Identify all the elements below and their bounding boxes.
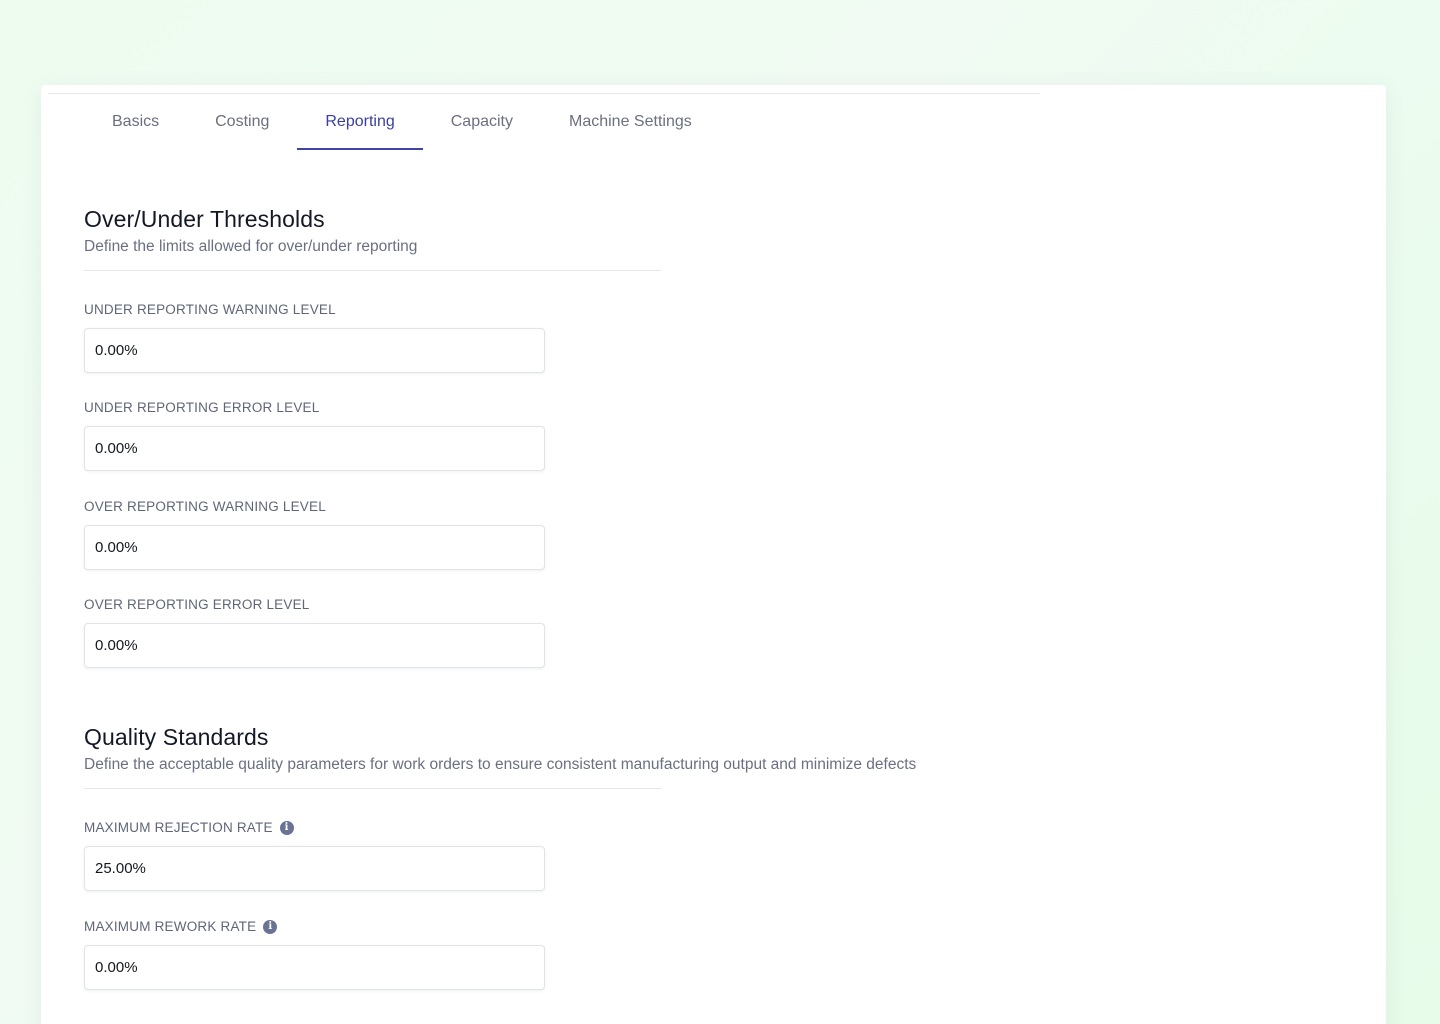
- quality-section-header: Quality Standards Define the acceptable …: [84, 723, 916, 789]
- under-error-input[interactable]: [84, 426, 545, 471]
- info-icon[interactable]: i: [263, 920, 278, 934]
- quality-description: Define the acceptable quality parameters…: [84, 756, 917, 773]
- divider: [48, 93, 1040, 94]
- field-label: MAXIMUM REWORK RATE: [84, 919, 257, 934]
- over-error-input[interactable]: [84, 623, 545, 668]
- thresholds-section-header: Over/Under Thresholds Define the limits …: [84, 205, 661, 271]
- divider: [84, 788, 661, 789]
- tab-basics[interactable]: Basics: [84, 103, 187, 150]
- over-warning-label: OVER REPORTING WARNING LEVEL: [84, 499, 545, 515]
- tab-bar: Basics Costing Reporting Capacity Machin…: [84, 103, 720, 150]
- under-warning-label: UNDER REPORTING WARNING LEVEL: [84, 302, 545, 318]
- info-icon[interactable]: i: [279, 821, 294, 835]
- thresholds-description: Define the limits allowed for over/under…: [84, 238, 418, 255]
- over-warning-field: OVER REPORTING WARNING LEVEL: [84, 499, 545, 570]
- tab-costing[interactable]: Costing: [187, 103, 297, 150]
- field-label: OVER REPORTING ERROR LEVEL: [84, 597, 310, 612]
- field-label: MAXIMUM REJECTION RATE: [84, 820, 273, 835]
- over-error-label: OVER REPORTING ERROR LEVEL: [84, 597, 545, 613]
- thresholds-title: Over/Under Thresholds: [84, 206, 325, 232]
- field-label: UNDER REPORTING ERROR LEVEL: [84, 400, 320, 415]
- tab-reporting[interactable]: Reporting: [297, 103, 424, 150]
- tab-capacity[interactable]: Capacity: [423, 103, 541, 150]
- under-warning-field: UNDER REPORTING WARNING LEVEL: [84, 302, 545, 373]
- max-rework-rate-field: MAXIMUM REWORK RATE i: [84, 919, 545, 990]
- max-rejection-rate-input[interactable]: [84, 846, 545, 891]
- max-rework-rate-label: MAXIMUM REWORK RATE i: [84, 919, 545, 935]
- max-rework-rate-input[interactable]: [84, 945, 545, 990]
- max-rejection-rate-field: MAXIMUM REJECTION RATE i: [84, 820, 545, 891]
- quality-title: Quality Standards: [84, 724, 269, 750]
- divider: [84, 270, 661, 271]
- max-rejection-rate-label: MAXIMUM REJECTION RATE i: [84, 820, 545, 836]
- tab-machine-settings[interactable]: Machine Settings: [541, 103, 720, 150]
- field-label: OVER REPORTING WARNING LEVEL: [84, 499, 326, 514]
- over-warning-input[interactable]: [84, 525, 545, 570]
- over-error-field: OVER REPORTING ERROR LEVEL: [84, 597, 545, 668]
- under-error-label: UNDER REPORTING ERROR LEVEL: [84, 400, 545, 416]
- under-warning-input[interactable]: [84, 328, 545, 373]
- settings-card: Basics Costing Reporting Capacity Machin…: [41, 85, 1386, 1024]
- under-error-field: UNDER REPORTING ERROR LEVEL: [84, 400, 545, 471]
- field-label: UNDER REPORTING WARNING LEVEL: [84, 302, 336, 317]
